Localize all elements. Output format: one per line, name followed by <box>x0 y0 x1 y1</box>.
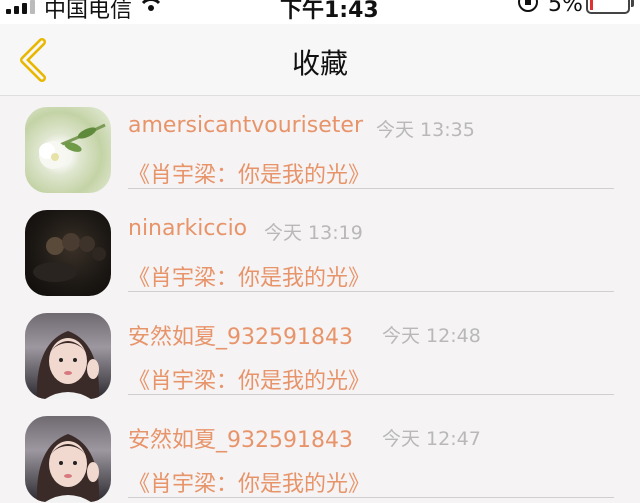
carrier-label: 中国电信 <box>44 0 133 23</box>
status-time: 下午1:43 <box>280 0 379 23</box>
list-item[interactable]: ninarkiccio 今天 13:19 《肖宇梁：你是我的光》 <box>0 200 640 303</box>
timestamp: 今天 12:47 <box>382 428 481 450</box>
username[interactable]: 安然如夏_932591843 <box>128 319 353 351</box>
article-link[interactable]: 《肖宇梁：你是我的光》 <box>128 157 370 189</box>
avatar[interactable] <box>25 210 111 296</box>
timestamp: 今天 13:35 <box>376 119 475 141</box>
avatar[interactable] <box>25 107 111 193</box>
avatar[interactable] <box>25 416 111 502</box>
divider <box>128 291 614 292</box>
divider <box>128 394 614 395</box>
list-item[interactable]: 安然如夏_932591843 今天 12:48 《肖宇梁：你是我的光》 <box>0 303 640 406</box>
username[interactable]: ninarkiccio <box>128 216 247 241</box>
article-link[interactable]: 《肖宇梁：你是我的光》 <box>128 466 370 498</box>
girl-avatar-image <box>36 331 100 399</box>
article-link[interactable]: 《肖宇梁：你是我的光》 <box>128 260 370 292</box>
wifi-icon <box>139 0 163 11</box>
battery-icon <box>586 0 634 14</box>
timestamp: 今天 12:48 <box>382 325 481 347</box>
flower-avatar-image <box>39 123 106 169</box>
divider <box>128 497 614 498</box>
girl-avatar-image <box>36 434 100 502</box>
list-item[interactable]: amersicantvouriseter 今天 13:35 《肖宇梁：你是我的光… <box>0 97 640 200</box>
battery-percent: 5% <box>548 0 583 17</box>
avatar[interactable] <box>25 313 111 399</box>
bracelet-avatar-image <box>33 233 106 282</box>
list-item[interactable]: 安然如夏_932591843 今天 12:47 《肖宇梁：你是我的光》 <box>0 406 640 503</box>
divider <box>128 188 614 189</box>
favorites-list: amersicantvouriseter 今天 13:35 《肖宇梁：你是我的光… <box>0 97 640 503</box>
rotation-lock-icon <box>518 0 538 12</box>
timestamp: 今天 13:19 <box>264 222 363 244</box>
username[interactable]: amersicantvouriseter <box>128 113 363 138</box>
article-link[interactable]: 《肖宇梁：你是我的光》 <box>128 363 370 395</box>
page-title: 收藏 <box>291 47 348 80</box>
nav-bar: 收藏 <box>0 24 640 96</box>
username[interactable]: 安然如夏_932591843 <box>128 422 353 454</box>
status-bar: 中国电信 下午1:43 5% <box>0 0 640 24</box>
